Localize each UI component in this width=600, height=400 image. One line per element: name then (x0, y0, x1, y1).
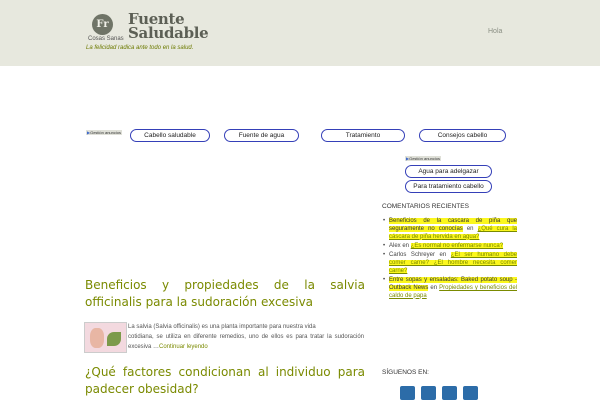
ad-link-cabello-saludable[interactable]: Cabello saludable (130, 129, 210, 142)
site-logo-title[interactable]: Fuente Saludable (128, 12, 209, 42)
twitter-icon[interactable] (421, 386, 436, 400)
ad-link-fuente-de-agua[interactable]: Fuente de agua (224, 129, 299, 142)
comment-item: Entre sopas y ensaladas: Baked potato so… (383, 277, 517, 300)
site-header: Fr Cosas Sanas Fuente Saludable La felic… (0, 0, 600, 66)
comment-item: Alex en ¿Es normal no enfermarse nunca? (383, 242, 517, 251)
logo-title-line2: Saludable (128, 24, 209, 42)
post-excerpt-salvia: La salvia (Salvia officinalis) es una pl… (128, 322, 364, 352)
post-title-salvia[interactable]: Beneficios y propiedades de la salvia of… (85, 277, 365, 311)
ad-link-tratamiento[interactable]: Tratamiento (321, 129, 405, 142)
ad-link-consejos-cabello[interactable]: Consejos cabello (419, 129, 506, 142)
ad-link-agua-para-adelgazar[interactable]: Agua para adelgazar (405, 165, 492, 178)
facebook-icon[interactable] (400, 386, 415, 400)
ads-management-label[interactable]: ▶Gestión anuncios (86, 130, 122, 135)
rss-icon[interactable] (463, 386, 478, 400)
logo-monogram[interactable]: Fr (92, 14, 113, 35)
comment-item: Carlos Schreyer en ¿El ser humano debe c… (383, 252, 517, 275)
excerpt-line1: La salvia (Salvia officinalis) es una pl… (128, 324, 316, 330)
thumbnail-leaf-shape (107, 332, 121, 346)
continue-reading-link[interactable]: Continuar leyendo (159, 344, 208, 350)
site-tagline: La felicidad radica ante todo en la salu… (86, 45, 194, 51)
recent-comments-list: Beneficios de la cascara de piña que seg… (383, 218, 517, 302)
sidebar-ads-management-label[interactable]: ▶Gestión anuncios (405, 156, 441, 161)
recent-comments-heading: COMENTARIOS RECIENTES (382, 203, 469, 210)
comment-item: Beneficios de la cascara de piña que seg… (383, 218, 517, 241)
thumbnail-face-shape (90, 328, 104, 348)
pinterest-icon[interactable] (442, 386, 457, 400)
comment-author: Carlos Schreyer (389, 252, 435, 259)
comment-author: Alex (389, 242, 401, 249)
comment-post-link[interactable]: ¿Es normal no enfermarse nunca? (410, 242, 504, 249)
follow-us-heading: SÍGUENOS EN: (382, 369, 429, 376)
post-thumbnail-salvia[interactable] (84, 322, 127, 353)
logo-small-text: Cosas Sanas (88, 36, 124, 42)
ad-link-tratamiento-cabello[interactable]: Para tratamiento cabello (405, 180, 492, 193)
post-title-obesidad[interactable]: ¿Qué factores condicionan al individuo p… (85, 364, 365, 398)
nav-link-hola[interactable]: Hola (488, 28, 502, 35)
